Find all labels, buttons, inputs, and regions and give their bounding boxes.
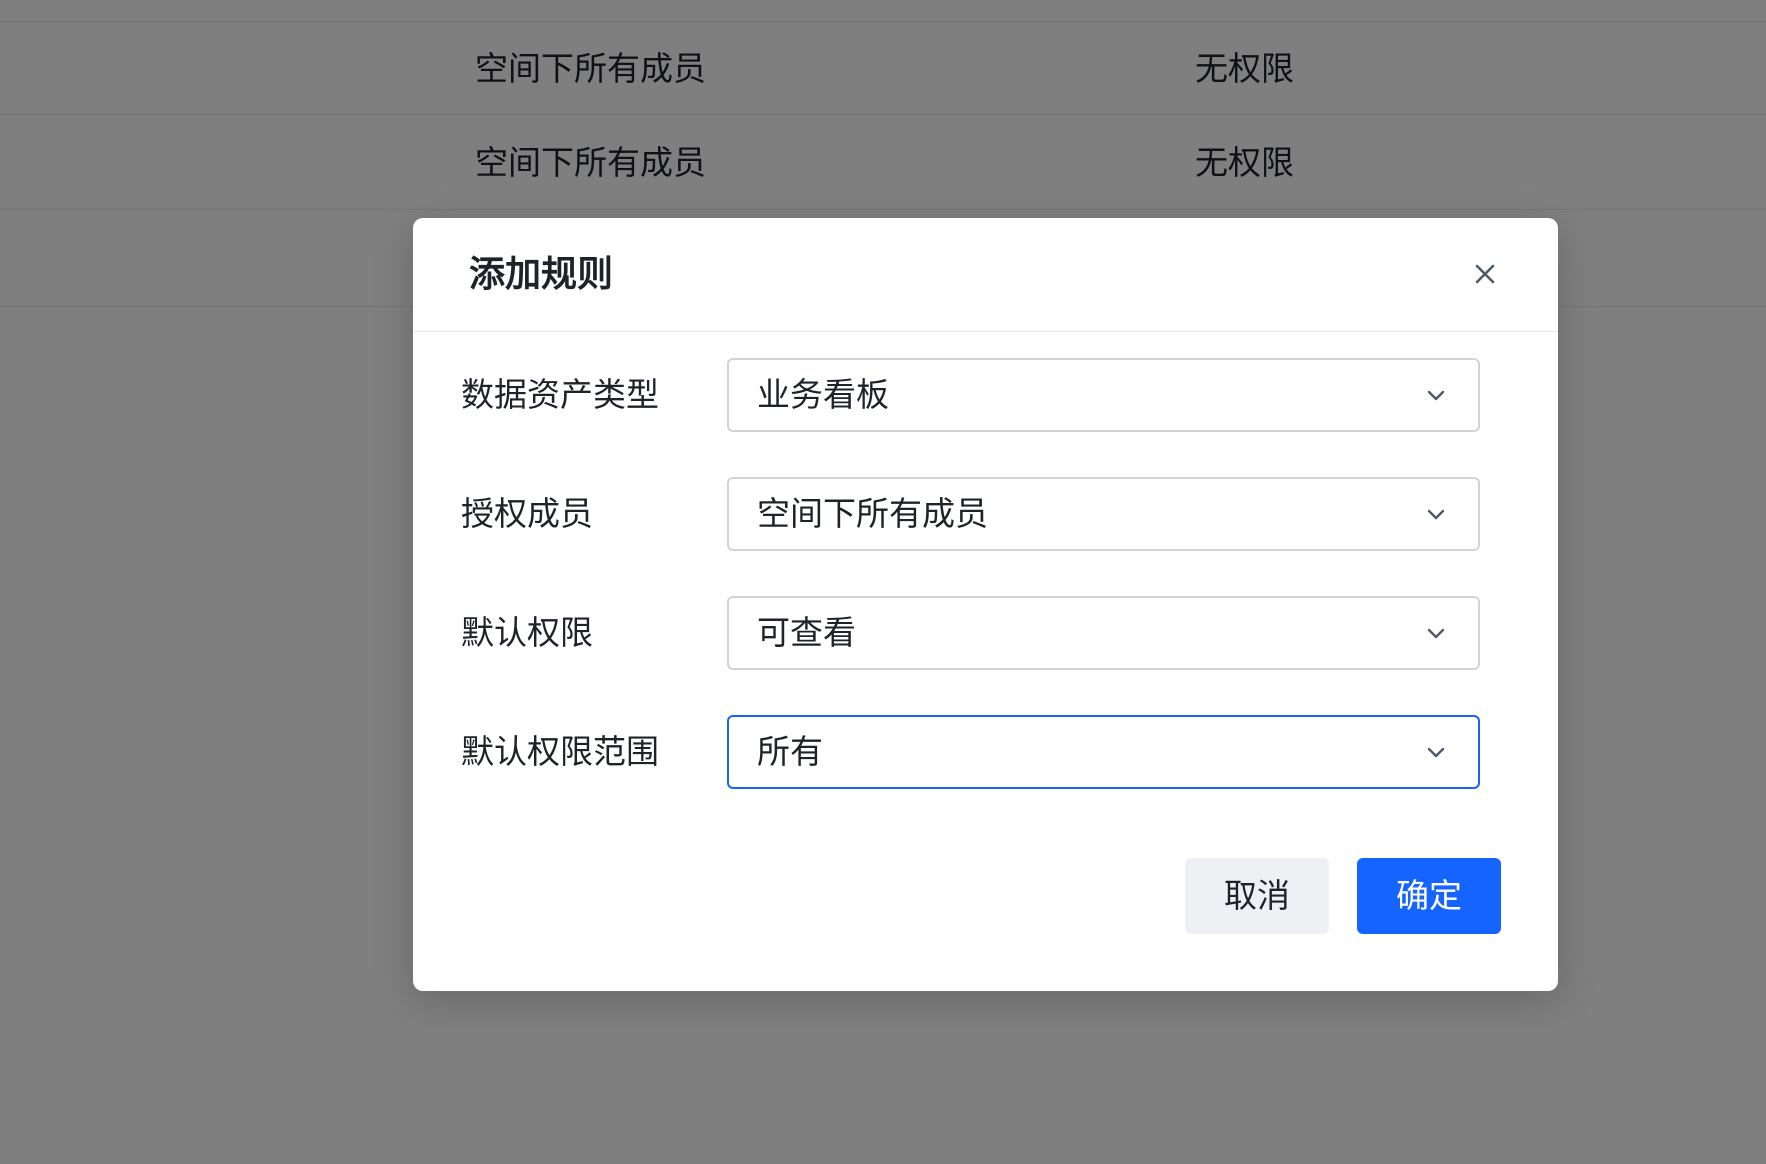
- confirm-button[interactable]: 确定: [1357, 858, 1501, 934]
- members-label: 授权成员: [461, 494, 593, 533]
- members-value: 空间下所有成员: [757, 494, 988, 533]
- asset-type-value: 业务看板: [757, 375, 889, 414]
- dialog-title: 添加规则: [469, 254, 614, 295]
- members-select[interactable]: 空间下所有成员: [727, 477, 1480, 551]
- chevron-down-icon: [1424, 502, 1448, 526]
- default-permission-label: 默认权限: [461, 613, 593, 652]
- chevron-down-icon: [1424, 383, 1448, 407]
- close-button[interactable]: [1463, 252, 1507, 296]
- chevron-down-icon: [1424, 621, 1448, 645]
- asset-type-label: 数据资产类型: [461, 375, 659, 414]
- add-rule-dialog: 添加规则 数据资产类型 业务看板 授权成员 空间下所有成员 默认权限 可查看 默…: [413, 218, 1558, 991]
- form-row-members: 授权成员 空间下所有成员: [413, 477, 1558, 551]
- cancel-button[interactable]: 取消: [1185, 858, 1329, 934]
- form-row-default-permission: 默认权限 可查看: [413, 596, 1558, 670]
- chevron-down-icon: [1424, 740, 1448, 764]
- close-icon: [1463, 252, 1507, 296]
- default-permission-value: 可查看: [757, 613, 856, 652]
- form-row-permission-scope: 默认权限范围 所有: [413, 715, 1558, 789]
- form-row-asset-type: 数据资产类型 业务看板: [413, 358, 1558, 432]
- dialog-header: 添加规则: [413, 218, 1558, 332]
- permission-scope-value: 所有: [757, 732, 823, 771]
- permission-scope-select[interactable]: 所有: [727, 715, 1480, 789]
- permission-scope-label: 默认权限范围: [461, 732, 659, 771]
- asset-type-select[interactable]: 业务看板: [727, 358, 1480, 432]
- default-permission-select[interactable]: 可查看: [727, 596, 1480, 670]
